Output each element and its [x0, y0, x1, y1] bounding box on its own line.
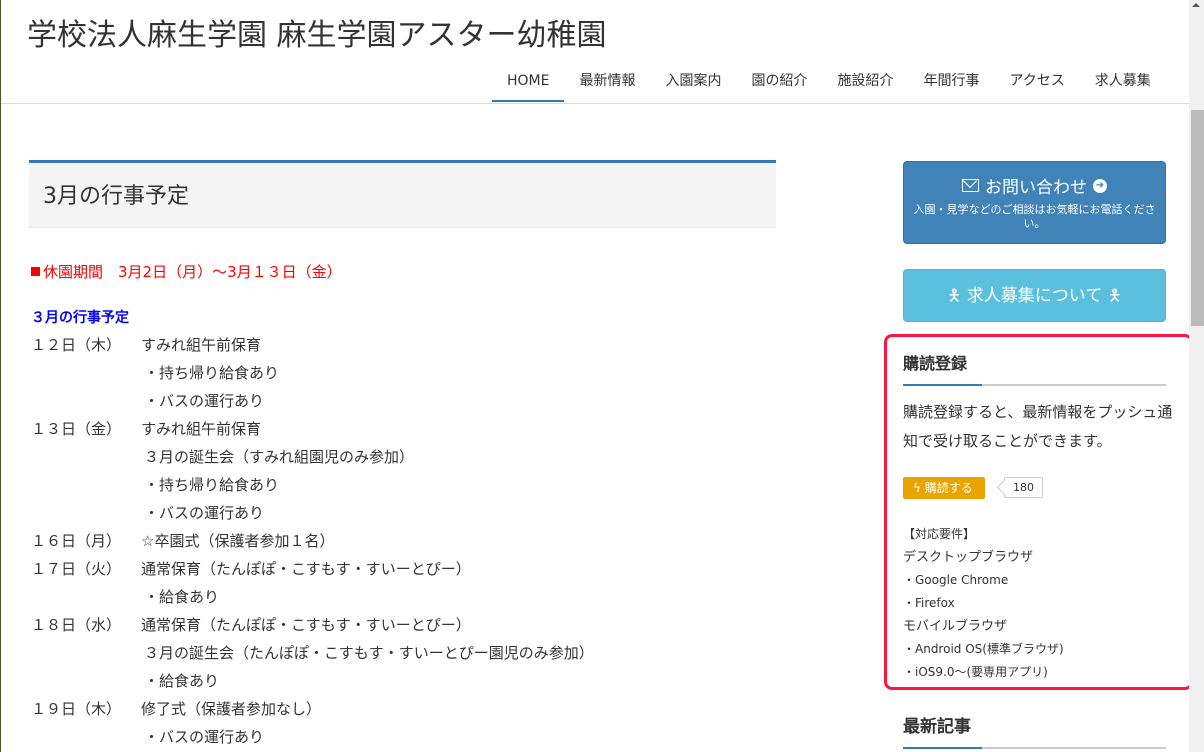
schedule-row: ・持ち帰り給食あり — [31, 359, 594, 387]
nav-recruit[interactable]: 求人募集 — [1080, 64, 1166, 102]
requirement-item: ・Android OS(標準ブラウザ) — [903, 642, 1064, 656]
header-divider — [1, 103, 1189, 104]
schedule-date: １９日（木） — [31, 700, 122, 718]
schedule-title: ３月の行事予定 — [31, 310, 129, 326]
site-title[interactable]: 学校法人麻生学園 麻生学園アスター幼稚園 — [27, 10, 607, 54]
schedule-desc: すみれ組午前保育 — [141, 336, 262, 354]
window-edge — [0, 0, 1, 752]
schedule-desc: ・バスの運行あり — [144, 504, 265, 522]
nav-about[interactable]: 園の紹介 — [736, 64, 822, 102]
subscribe-description: 購読登録すると、最新情報をプッシュ通知で受け取ることができます。 — [903, 403, 1173, 450]
nav-events[interactable]: 年間行事 — [908, 64, 994, 102]
schedule-row: ・バスの運行あり — [31, 723, 594, 751]
schedule-row: ・給食あり — [31, 667, 594, 695]
recruit-label: 求人募集について — [966, 286, 1103, 306]
recruit-button[interactable]: 🯅 求人募集について 🯅 — [903, 269, 1166, 322]
subscriber-count: 180 — [1004, 477, 1043, 498]
schedule-row: ・持ち帰り給食あり — [31, 471, 594, 499]
schedule-desc: ☆卒園式（保護者参加１名） — [141, 532, 335, 550]
schedule-date: １３日（金） — [31, 420, 122, 438]
schedule-row: ・バスの運行あり — [31, 499, 594, 527]
contact-label: お問い合わせ — [985, 178, 1087, 198]
requirement-item: ・Google Chrome — [903, 573, 1009, 587]
person-icon: 🯅 — [1107, 286, 1122, 305]
person-icon: 🯅 — [947, 286, 962, 305]
schedule-row: １６日（月） ☆卒園式（保護者参加１名） — [31, 527, 594, 555]
schedule-date — [31, 359, 141, 387]
closure-notice-text: 休園期間 3月2日（月）～3月１３日（金） — [43, 263, 342, 281]
requirements-title: 【対応要件】 — [903, 527, 976, 541]
closure-notice: 休園期間 3月2日（月）～3月１３日（金） — [31, 261, 342, 282]
contact-subtext: 入園・見学などのご相談はお気軽にお電話ください。 — [913, 203, 1156, 230]
requirements: 【対応要件】 デスクトップブラウザ ・Google Chrome ・Firefo… — [903, 523, 1064, 684]
schedule-desc: 通常保育（たんぽぽ・こすもす・すいーとぴー） — [141, 560, 471, 578]
schedule-row: １２日（木） すみれ組午前保育 — [31, 331, 594, 359]
schedule-date: １７日（火） — [31, 560, 122, 578]
schedule-row: １８日（水） 通常保育（たんぽぽ・こすもす・すいーとぴー） — [31, 611, 594, 639]
schedule-desc: ・バスの運行あり — [144, 392, 265, 410]
page-title: 3月の行事予定 — [43, 184, 189, 209]
schedule-desc: ・給食あり — [144, 672, 220, 690]
requirement-item: ・iOS9.0～(要専用アプリ) — [903, 665, 1048, 679]
mobile-browser-label: モバイルブラウザ — [903, 619, 1008, 634]
lightning-icon: ϟ — [913, 481, 921, 495]
desktop-browser-label: デスクトップブラウザ — [903, 550, 1034, 565]
schedule-desc: 通常保育（たんぽぽ・こすもす・すいーとぴー） — [141, 616, 471, 634]
arrow-circle-right-icon: ➜ — [1093, 178, 1107, 193]
schedule-row: ・給食あり — [31, 583, 594, 611]
schedule-date — [31, 499, 141, 527]
schedule-list: １２日（木） すみれ組午前保育 ・持ち帰り給食あり ・バスの運行あり １３日（金）… — [31, 331, 594, 751]
subscribe-button[interactable]: ϟ 購読する — [903, 477, 985, 499]
scrollbar-thumb[interactable] — [1191, 110, 1204, 326]
schedule-date — [31, 667, 141, 695]
recent-posts-title: 最新記事 — [903, 717, 971, 737]
schedule-date: １８日（水） — [31, 616, 122, 634]
schedule-date: １６日（月） — [31, 532, 122, 550]
schedule-date: １２日（木） — [31, 336, 122, 354]
schedule-row: １７日（火） 通常保育（たんぽぽ・こすもす・すいーとぴー） — [31, 555, 594, 583]
schedule-row: １９日（木） 修了式（保護者参加なし） — [31, 695, 594, 723]
subscribe-widget-title: 購読登録 — [903, 354, 968, 373]
schedule-date — [31, 723, 141, 751]
contact-button[interactable]: お問い合わせ ➜ 入園・見学などのご相談はお気軽にお電話ください。 — [903, 161, 1166, 244]
schedule-desc: ・給食あり — [144, 588, 220, 606]
widget-title-underline — [903, 747, 1166, 749]
widget-title-underline — [903, 384, 1166, 386]
schedule-date — [31, 471, 141, 499]
schedule-row: ３月の誕生会（たんぽぽ・こすもす・すいーとぴー園児のみ参加） — [31, 639, 594, 667]
schedule-desc: ・バスの運行あり — [144, 728, 265, 746]
envelope-icon — [962, 179, 979, 192]
subscribe-button-label: 購読する — [924, 481, 973, 495]
schedule-row: ・バスの運行あり — [31, 387, 594, 415]
schedule-date — [31, 639, 141, 667]
schedule-desc: ３月の誕生会（すみれ組園児のみ参加） — [144, 448, 415, 466]
schedule-desc: ・持ち帰り給食あり — [144, 364, 280, 382]
schedule-desc: 修了式（保護者参加なし） — [141, 700, 322, 718]
requirement-item: ・Firefox — [903, 596, 955, 610]
schedule-row: １３日（金） すみれ組午前保育 — [31, 415, 594, 443]
schedule-date — [31, 443, 141, 471]
red-square-icon — [31, 267, 40, 276]
nav-facilities[interactable]: 施設紹介 — [822, 64, 908, 102]
schedule-date — [31, 583, 141, 611]
schedule-desc: ３月の誕生会（たんぽぽ・こすもす・すいーとぴー園児のみ参加） — [144, 644, 594, 662]
scroll-up-arrow-icon[interactable] — [1192, 3, 1200, 7]
page-heading: 3月の行事予定 — [29, 160, 776, 228]
main-nav: HOME 最新情報 入園案内 園の紹介 施設紹介 年間行事 アクセス 求人募集 — [492, 64, 1166, 102]
nav-access[interactable]: アクセス — [994, 64, 1079, 102]
nav-home[interactable]: HOME — [492, 64, 565, 102]
schedule-date — [31, 387, 141, 415]
nav-news[interactable]: 最新情報 — [564, 64, 650, 102]
nav-admission[interactable]: 入園案内 — [650, 64, 736, 102]
schedule-desc: すみれ組午前保育 — [141, 420, 262, 438]
schedule-desc: ・持ち帰り給食あり — [144, 476, 280, 494]
schedule-row: ３月の誕生会（すみれ組園児のみ参加） — [31, 443, 594, 471]
vertical-scrollbar[interactable] — [1189, 0, 1204, 752]
